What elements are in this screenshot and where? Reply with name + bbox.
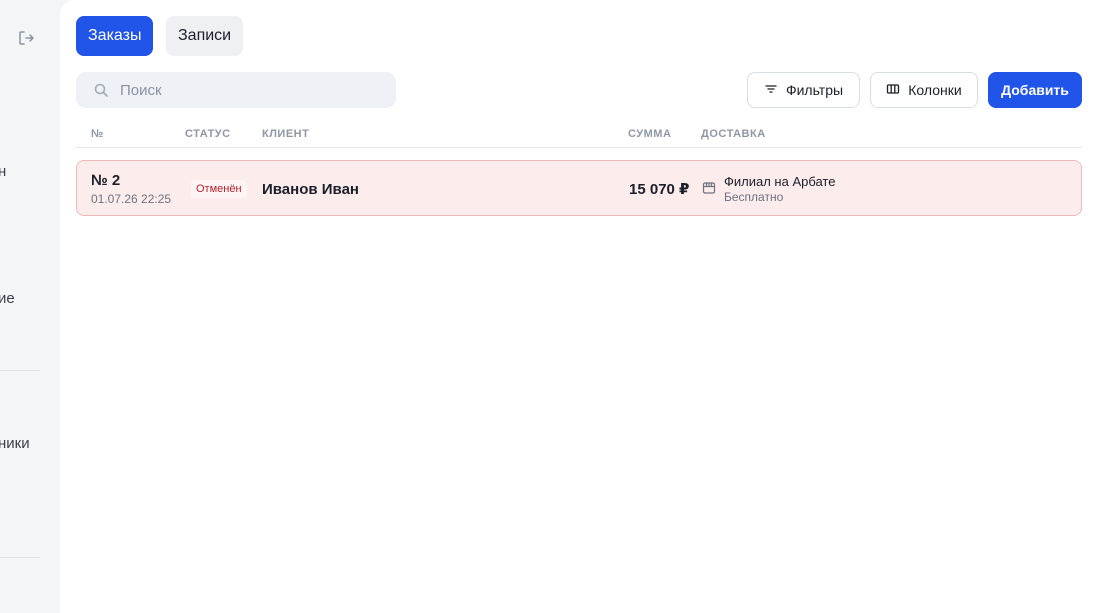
sidebar-divider xyxy=(0,557,40,558)
filters-button[interactable]: Фильтры xyxy=(747,72,860,108)
columns-icon xyxy=(886,82,900,99)
column-header-amount[interactable]: СУММА xyxy=(628,128,671,140)
main-panel: Заказы Записи Фильтры Колонки Добавить xyxy=(60,0,1098,613)
delivery-name: Филиал на Арбате xyxy=(724,174,836,189)
filter-icon xyxy=(764,82,778,99)
column-header-delivery[interactable]: ДОСТАВКА xyxy=(701,128,766,140)
sidebar: н ие ники xyxy=(0,0,60,613)
logout-icon[interactable] xyxy=(17,29,35,47)
table-header-divider xyxy=(76,147,1082,148)
sidebar-divider xyxy=(0,370,40,371)
filters-button-label: Фильтры xyxy=(785,82,844,98)
sidebar-item-label[interactable]: ники xyxy=(0,435,30,452)
tab-records[interactable]: Записи xyxy=(166,16,244,56)
columns-button-label: Колонки xyxy=(908,82,962,98)
status-badge: Отменён xyxy=(191,180,247,198)
table-row[interactable]: № 2 01.07.26 22:25 Отменён Иванов Иван 1… xyxy=(76,160,1082,216)
add-button[interactable]: Добавить xyxy=(988,72,1082,108)
order-number: № 2 xyxy=(91,172,121,189)
column-header-number[interactable]: № xyxy=(91,128,104,140)
sidebar-item-label[interactable]: ие xyxy=(0,290,15,307)
sidebar-item-label[interactable]: н xyxy=(0,163,6,180)
order-date: 01.07.26 22:25 xyxy=(91,192,172,206)
tab-orders[interactable]: Заказы xyxy=(76,16,154,56)
columns-button[interactable]: Колонки xyxy=(870,72,978,108)
search-box[interactable] xyxy=(76,72,396,108)
search-input[interactable] xyxy=(120,72,380,108)
client-name: Иванов Иван xyxy=(262,181,359,198)
delivery-price: Бесплатно xyxy=(724,190,784,204)
column-header-client[interactable]: КЛИЕНТ xyxy=(262,128,309,140)
order-amount: 15 070 ₽ xyxy=(629,181,690,198)
search-icon xyxy=(94,83,108,97)
column-header-status[interactable]: СТАТУС xyxy=(185,128,231,140)
store-icon xyxy=(702,181,716,195)
